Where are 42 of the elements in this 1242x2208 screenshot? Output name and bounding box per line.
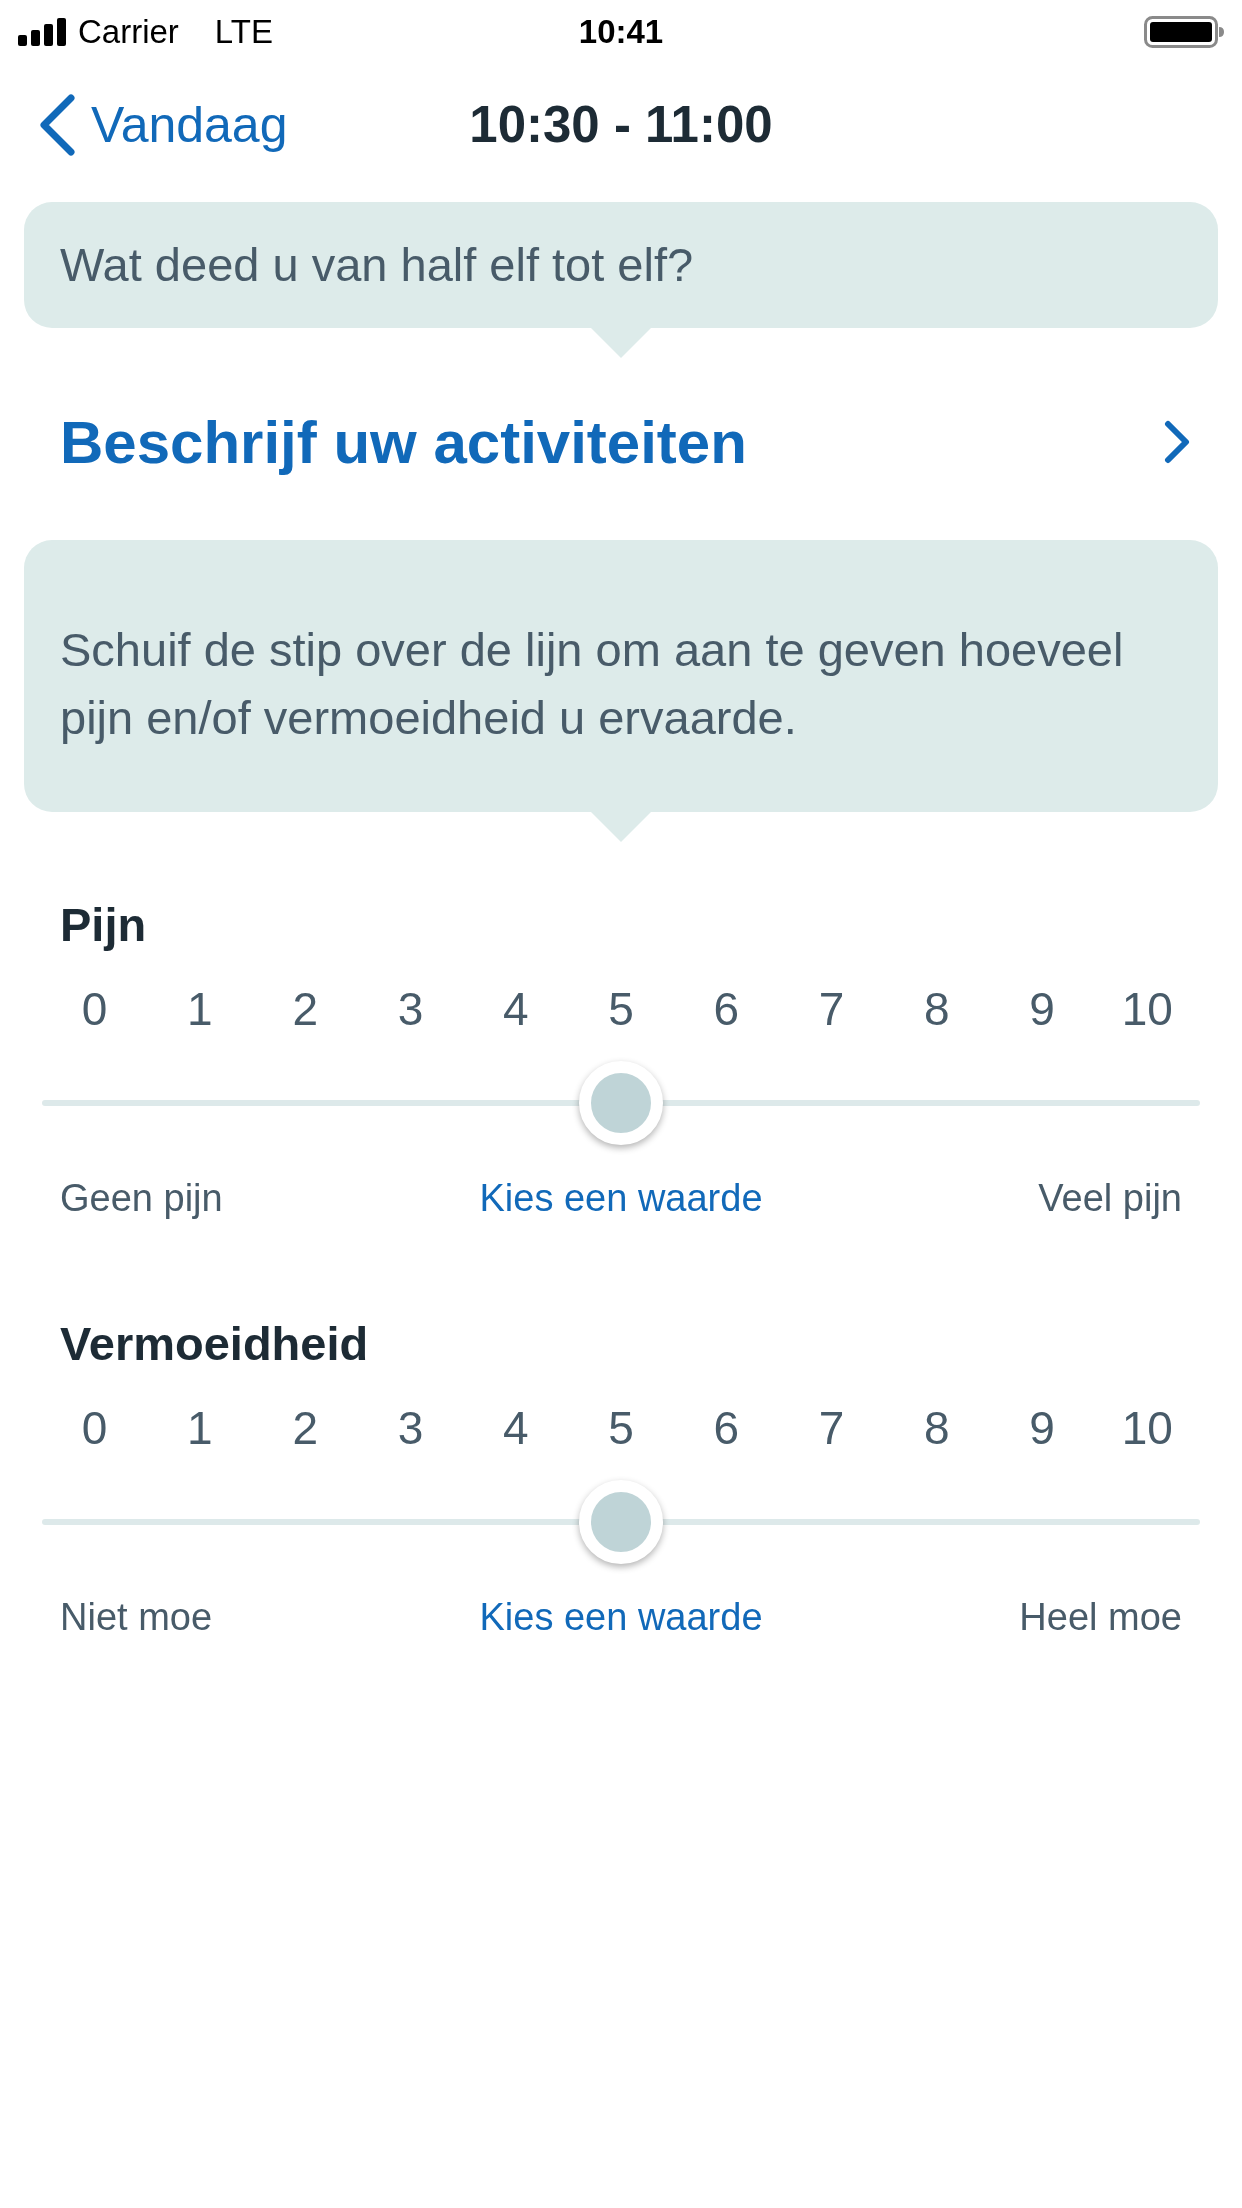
battery-icon — [1144, 16, 1224, 48]
chevron-left-icon — [38, 94, 76, 156]
describe-activities-button[interactable]: Beschrijf uw activiteiten — [0, 382, 1242, 502]
scale-number: 6 — [712, 982, 741, 1037]
scale-number: 9 — [1028, 1401, 1056, 1456]
scale-min-label: Geen pijn — [60, 1176, 224, 1221]
scale-number: 9 — [1028, 982, 1056, 1037]
scale-number: 10 — [1120, 1401, 1174, 1456]
scale-number: 3 — [396, 1401, 425, 1456]
instruction-text: Schuif de stip over de lijn om aan te geven hoeveel pijn en/of vermoeidheid u ervaarde. — [59, 622, 1125, 746]
scale-number: 5 — [607, 982, 635, 1037]
scale-title: Pijn — [59, 897, 148, 953]
carrier-name: Carrier — [78, 13, 179, 51]
value-prompt: Kies een waarde — [479, 1595, 763, 1640]
chevron-right-icon — [1164, 420, 1190, 464]
scale-number: 4 — [501, 982, 530, 1037]
scale-number: 3 — [396, 982, 425, 1037]
scale-number: 6 — [712, 1401, 741, 1456]
scale-number: 8 — [923, 1401, 951, 1456]
signal-icon — [18, 18, 66, 46]
scale-number: 1 — [186, 982, 214, 1037]
network-type: LTE — [214, 13, 273, 51]
scale-max-label: Heel moe — [1018, 1595, 1182, 1640]
scale-number: 0 — [80, 982, 109, 1037]
scale-number: 10 — [1120, 982, 1174, 1037]
screen-title: 10:30 - 11:00 — [469, 95, 773, 155]
back-button[interactable]: Vandaag — [0, 94, 288, 156]
scale-number: 2 — [291, 1401, 319, 1456]
scale-number: 8 — [923, 982, 951, 1037]
scale-number: 1 — [186, 1401, 214, 1456]
scale-number: 5 — [607, 1401, 635, 1456]
scale-number: 2 — [291, 982, 319, 1037]
scale-title: Vermoeidheid — [59, 1316, 370, 1372]
question-text: Wat deed u van half elf tot elf? — [59, 237, 695, 293]
scale-min-label: Niet moe — [60, 1595, 214, 1640]
scale-number: 0 — [80, 1401, 109, 1456]
scale-max-label: Veel pijn — [1037, 1176, 1182, 1221]
status-time: 10:41 — [578, 13, 664, 51]
scale-number: 4 — [501, 1401, 530, 1456]
scale-number: 7 — [817, 1401, 846, 1456]
scale-number: 7 — [817, 982, 846, 1037]
value-prompt: Kies een waarde — [479, 1176, 763, 1221]
